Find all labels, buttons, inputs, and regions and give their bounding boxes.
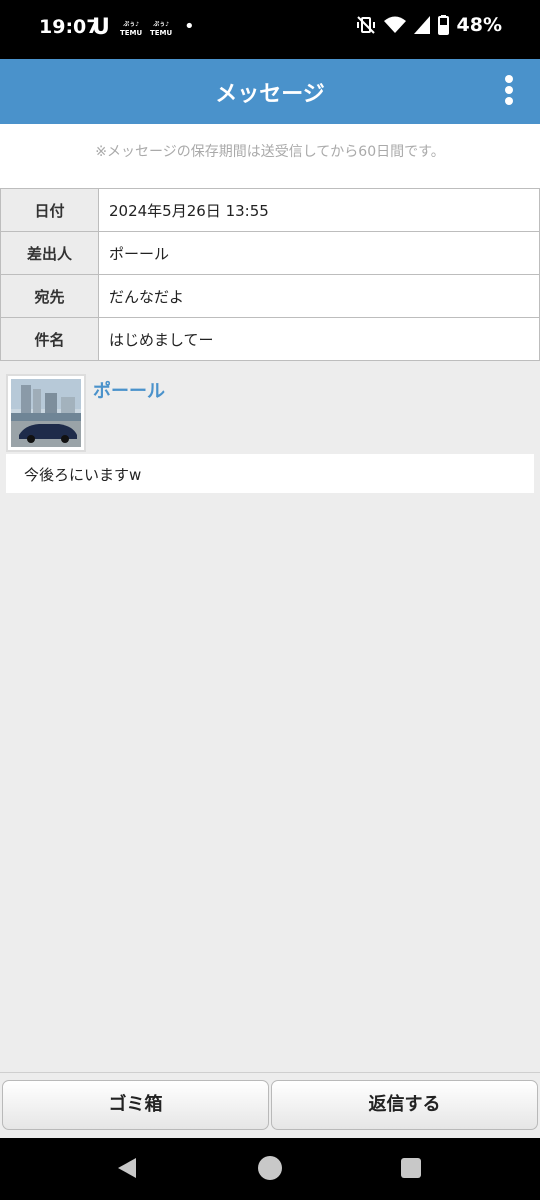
battery-percent: 48%	[456, 14, 502, 36]
date-label: 日付	[0, 188, 99, 232]
reply-button[interactable]: 返信する	[271, 1080, 538, 1130]
subject-label: 件名	[0, 317, 99, 361]
sender-value: ポーール	[98, 231, 540, 275]
message-detail: 日付 2024年5月26日 13:55 差出人 ポーール 宛先 だんなだよ 件名…	[0, 188, 540, 1072]
car-photo-thumbnail	[11, 379, 81, 447]
sender-name-link[interactable]: ポーール	[93, 377, 165, 403]
temu-label: TEMU	[150, 29, 173, 37]
sender-avatar[interactable]	[6, 374, 86, 452]
temu-notification-icon: ぷぅ♪ TEMU	[150, 21, 173, 37]
trash-button[interactable]: ゴミ箱	[2, 1080, 269, 1130]
table-row: 日付 2024年5月26日 13:55	[0, 188, 540, 232]
table-row: 差出人 ポーール	[0, 231, 540, 275]
more-vertical-icon[interactable]	[500, 75, 518, 109]
battery-icon	[437, 15, 449, 35]
recipient-label: 宛先	[0, 274, 99, 318]
message-meta-table: 日付 2024年5月26日 13:55 差出人 ポーール 宛先 だんなだよ 件名…	[0, 188, 540, 361]
message-body: 今後ろにいますw	[6, 454, 534, 493]
status-bar: 19:07 U ぷぅ♪ TEMU ぷぅ♪ TEMU • 48%	[0, 0, 540, 59]
subject-value: はじめましてー	[98, 317, 540, 361]
signal-icon	[413, 16, 430, 34]
app-header: メッセージ	[0, 59, 540, 124]
recipient-value: だんなだよ	[98, 274, 540, 318]
retention-notice: ※メッセージの保存期間は送受信してから60日間です。	[0, 124, 540, 188]
vibrate-mute-icon	[356, 16, 375, 34]
temu-label: TEMU	[120, 29, 143, 37]
home-circle-icon[interactable]	[258, 1156, 282, 1180]
action-bar: ゴミ箱 返信する	[0, 1072, 540, 1138]
system-nav-bar	[0, 1138, 540, 1200]
sender-row: ポーール	[6, 374, 534, 454]
app-notification-icon: U	[92, 15, 110, 40]
back-triangle-icon[interactable]	[118, 1158, 136, 1178]
temu-notification-icon: ぷぅ♪ TEMU	[120, 21, 143, 37]
table-row: 件名 はじめましてー	[0, 317, 540, 361]
date-value: 2024年5月26日 13:55	[98, 188, 540, 232]
recents-square-icon[interactable]	[401, 1158, 421, 1178]
table-row: 宛先 だんなだよ	[0, 274, 540, 318]
page-title: メッセージ	[215, 82, 325, 107]
wifi-icon	[383, 16, 406, 33]
status-time: 19:07	[39, 16, 100, 38]
sender-label: 差出人	[0, 231, 99, 275]
more-notifications-dot-icon: •	[184, 16, 195, 37]
